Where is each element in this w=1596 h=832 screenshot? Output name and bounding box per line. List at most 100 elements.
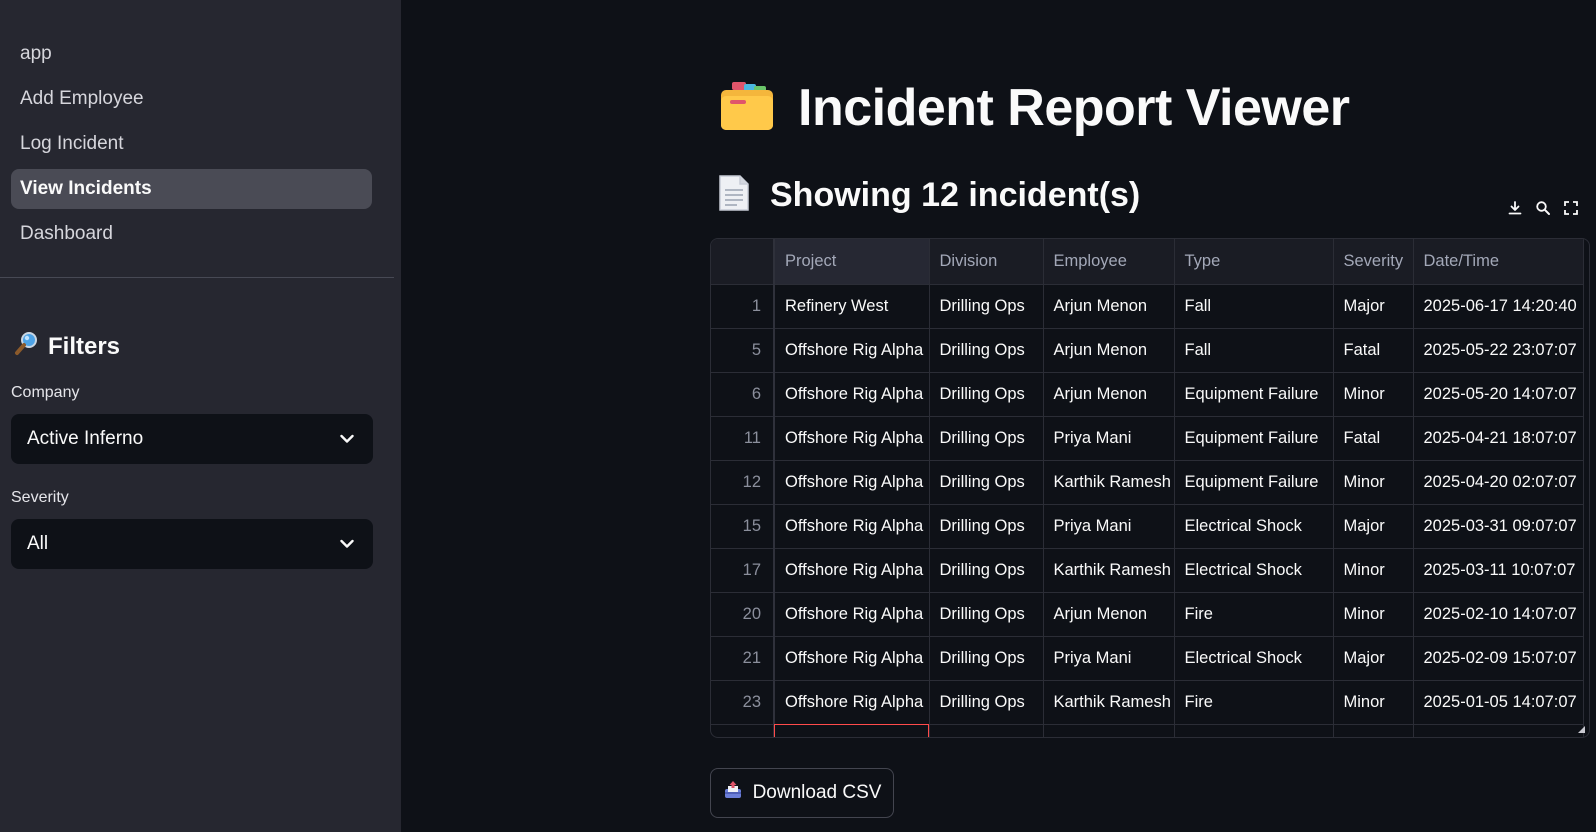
search-icon[interactable] [1534,199,1552,217]
cell-type[interactable]: Fall [1174,284,1334,329]
cell-severity[interactable] [1333,724,1414,737]
company-select[interactable]: Active Inferno [11,414,373,464]
cell-severity[interactable]: Major [1333,504,1414,549]
cell-severity[interactable]: Minor [1333,592,1414,637]
table-row[interactable]: 12 Offshore Rig Alpha Drilling Ops Karthik … [711,460,1584,505]
cell-division[interactable]: Drilling Ops [929,460,1044,505]
cell-division[interactable]: Drilling Ops [929,548,1044,593]
table-row[interactable]: 6 Offshore Rig Alpha Drilling Ops Arjun Men… [711,372,1584,417]
cell-type[interactable]: Equipment Failure [1174,460,1334,505]
cell-severity[interactable]: Minor [1333,680,1414,725]
table-row[interactable]: 1 Refinery West Drilling Ops Arjun Menon Fal… [711,284,1584,329]
table-row[interactable]: 20 Offshore Rig Alpha Drilling Ops Arjun Me… [711,592,1584,637]
cell-division[interactable] [929,724,1044,737]
sidebar-nav: app Add Employee Log Incident View Incid… [11,34,372,259]
table-row[interactable]: 5 Offshore Rig Alpha Drilling Ops Arjun Men… [711,328,1584,373]
column-header-employee[interactable]: Employee [1043,239,1175,285]
cell-employee[interactable]: Karthik Ramesh [1043,460,1175,505]
filters-heading: Filters [14,330,120,363]
cell-datetime[interactable]: 2025-03-31 09:07:07 [1413,504,1584,549]
column-header-project[interactable]: Project [774,239,930,285]
column-header-type[interactable]: Type [1174,239,1334,285]
table-row[interactable]: 17 Offshore Rig Alpha Drilling Ops Karthik … [711,548,1584,593]
resize-handle-icon[interactable] [1578,726,1585,733]
cell-severity[interactable]: Minor [1333,460,1414,505]
cell-employee[interactable]: Priya Mani [1043,416,1175,461]
cell-type[interactable]: Fire [1174,592,1334,637]
cell-project[interactable] [774,724,930,737]
table-row[interactable]: 21 Offshore Rig Alpha Drilling Ops Priya Ma… [711,636,1584,681]
sidebar-item-view-incidents[interactable]: View Incidents [11,169,372,209]
cell-employee[interactable]: Karthik Ramesh [1043,680,1175,725]
cell-employee[interactable]: Arjun Menon [1043,284,1175,329]
sidebar-item-app[interactable]: app [11,34,372,74]
cell-type[interactable] [1174,724,1334,737]
fullscreen-icon[interactable] [1562,199,1580,217]
table-row-partial[interactable] [711,724,1584,737]
cell-employee[interactable]: Priya Mani [1043,636,1175,681]
table-row[interactable]: 15 Offshore Rig Alpha Drilling Ops Priya Ma… [711,504,1584,549]
cell-datetime[interactable]: 2025-04-21 18:07:07 [1413,416,1584,461]
cell-project[interactable]: Offshore Rig Alpha [774,372,930,417]
cell-datetime[interactable]: 2025-04-20 02:07:07 [1413,460,1584,505]
cell-datetime[interactable]: 2025-06-17 14:20:40 [1413,284,1584,329]
cell-project[interactable]: Offshore Rig Alpha [774,504,930,549]
cell-datetime[interactable]: 2025-02-09 15:07:07 [1413,636,1584,681]
sidebar-item-dashboard[interactable]: Dashboard [11,214,372,254]
sidebar-item-log-incident[interactable]: Log Incident [11,124,372,164]
cell-datetime[interactable]: 2025-01-05 14:07:07 [1413,680,1584,725]
sidebar-item-add-employee[interactable]: Add Employee [11,79,372,119]
cell-employee[interactable]: Priya Mani [1043,504,1175,549]
cell-project[interactable]: Refinery West [774,284,930,329]
cell-datetime[interactable]: 2025-02-10 14:07:07 [1413,592,1584,637]
cell-severity[interactable]: Major [1333,284,1414,329]
table-row[interactable]: 23 Offshore Rig Alpha Drilling Ops Karthik … [711,680,1584,725]
cell-severity[interactable]: Fatal [1333,416,1414,461]
cell-division[interactable]: Drilling Ops [929,504,1044,549]
cell-datetime[interactable] [1413,724,1584,737]
cell-datetime[interactable]: 2025-05-22 23:07:07 [1413,328,1584,373]
table-row[interactable]: 11 Offshore Rig Alpha Drilling Ops Priya Ma… [711,416,1584,461]
cell-project[interactable]: Offshore Rig Alpha [774,460,930,505]
cell-type[interactable]: Equipment Failure [1174,416,1334,461]
cell-type[interactable]: Equipment Failure [1174,372,1334,417]
cell-datetime[interactable]: 2025-03-11 10:07:07 [1413,548,1584,593]
cell-division[interactable]: Drilling Ops [929,328,1044,373]
cell-division[interactable]: Drilling Ops [929,284,1044,329]
cell-severity[interactable]: Minor [1333,372,1414,417]
severity-select[interactable]: All [11,519,373,569]
cell-type[interactable]: Electrical Shock [1174,636,1334,681]
incident-table[interactable]: Project Division Employee Type Severity … [710,238,1590,738]
row-index: 5 [711,328,775,373]
cell-datetime[interactable]: 2025-05-20 14:07:07 [1413,372,1584,417]
cell-project[interactable]: Offshore Rig Alpha [774,680,930,725]
cell-division[interactable]: Drilling Ops [929,680,1044,725]
cell-division[interactable]: Drilling Ops [929,636,1044,681]
page-icon [718,174,750,217]
download-icon[interactable] [1506,199,1524,217]
cell-division[interactable]: Drilling Ops [929,372,1044,417]
cell-employee[interactable]: Karthik Ramesh [1043,548,1175,593]
cell-project[interactable]: Offshore Rig Alpha [774,416,930,461]
cell-employee[interactable]: Arjun Menon [1043,328,1175,373]
cell-division[interactable]: Drilling Ops [929,416,1044,461]
cell-type[interactable]: Electrical Shock [1174,548,1334,593]
cell-employee[interactable] [1043,724,1175,737]
download-csv-button[interactable]: Download CSV [710,768,894,818]
cell-employee[interactable]: Arjun Menon [1043,372,1175,417]
cell-project[interactable]: Offshore Rig Alpha [774,592,930,637]
cell-type[interactable]: Fire [1174,680,1334,725]
cell-severity[interactable]: Fatal [1333,328,1414,373]
column-header-severity[interactable]: Severity [1333,239,1414,285]
cell-type[interactable]: Fall [1174,328,1334,373]
cell-severity[interactable]: Minor [1333,548,1414,593]
cell-employee[interactable]: Arjun Menon [1043,592,1175,637]
column-header-division[interactable]: Division [929,239,1044,285]
cell-severity[interactable]: Major [1333,636,1414,681]
cell-project[interactable]: Offshore Rig Alpha [774,548,930,593]
cell-type[interactable]: Electrical Shock [1174,504,1334,549]
cell-project[interactable]: Offshore Rig Alpha [774,636,930,681]
column-header-datetime[interactable]: Date/Time [1413,239,1584,285]
cell-project[interactable]: Offshore Rig Alpha [774,328,930,373]
cell-division[interactable]: Drilling Ops [929,592,1044,637]
